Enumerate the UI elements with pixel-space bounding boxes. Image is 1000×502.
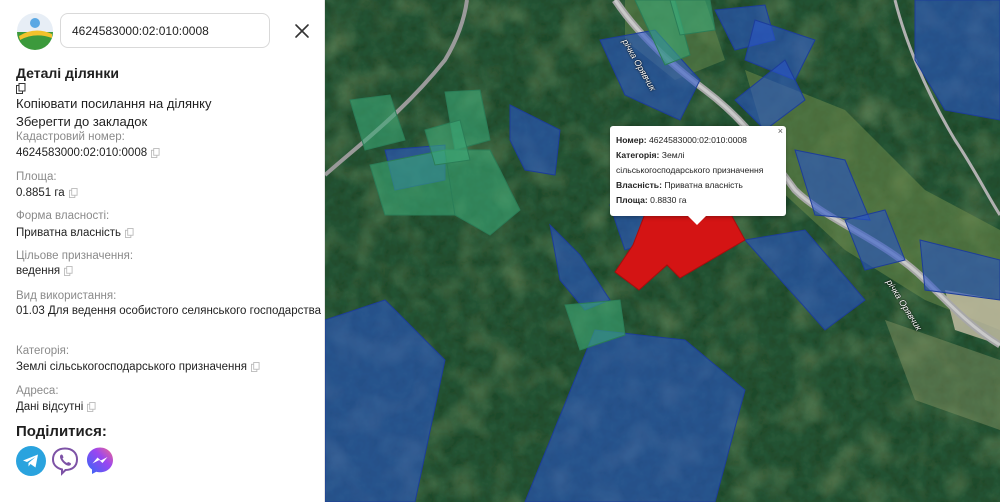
messenger-icon[interactable] [85,446,115,476]
field-value-category: Землі сільськогосподарського призначення [16,361,260,373]
field-value-ownership: Приватна власність [16,227,134,239]
share-title: Поділитися: [16,423,107,440]
field-value-area: 0.8851 га [16,187,78,199]
bookmark-button[interactable]: Зберегти до закладок [16,114,147,129]
details-title: Деталі ділянки [16,65,119,81]
app-logo-icon[interactable] [16,12,54,50]
field-value-purpose: ведення [16,265,73,277]
popup-row-category: Категорія: Землі [616,150,685,160]
popup-row-ownership: Власність: Приватна власність [616,180,743,190]
popup-row-category-cont: сільськогосподарського призначення [616,165,764,175]
popup-row-number: Номер: 4624583000:02:010:0008 [616,135,747,145]
field-label-purpose: Цільове призначення: [16,250,134,262]
telegram-icon[interactable] [16,446,46,476]
popup-close-button[interactable]: × [778,127,783,136]
sidebar: Деталі ділянки Копіювати посилання на ді… [0,0,325,502]
viber-icon[interactable] [50,446,80,476]
copy-icon[interactable] [151,148,160,158]
close-icon[interactable] [291,20,313,42]
copy-icon[interactable] [87,402,96,412]
parcel-popup: × Номер: 4624583000:02:010:0008 Категорі… [610,126,786,225]
satellite-imagery[interactable] [325,0,1000,502]
field-label-ownership: Форма власності: [16,210,110,222]
field-label-cadastral: Кадастровий номер: [16,131,125,143]
map-view[interactable]: річка Орявчик річка Орявчик [325,0,1000,502]
copy-icon[interactable] [125,228,134,238]
field-value-usage: 01.03 Для ведення особистого селянського… [16,305,321,317]
search-input[interactable] [60,13,270,48]
field-value-address: Дані відсутні [16,401,96,413]
field-value-cadastral: 4624583000:02:010:0008 [16,147,160,159]
copy-icon[interactable] [16,83,26,94]
field-label-usage: Вид використання: [16,290,117,302]
copy-icon[interactable] [68,188,78,198]
field-label-area: Площа: [16,171,57,183]
popup-row-area: Площа: 0.8830 га [616,195,687,205]
copy-icon[interactable] [64,266,73,276]
field-label-category: Категорія: [16,345,70,357]
field-label-address: Адреса: [16,385,59,397]
copy-icon[interactable] [250,362,260,372]
copy-link-button[interactable]: Копіювати посилання на ділянку [16,96,212,111]
